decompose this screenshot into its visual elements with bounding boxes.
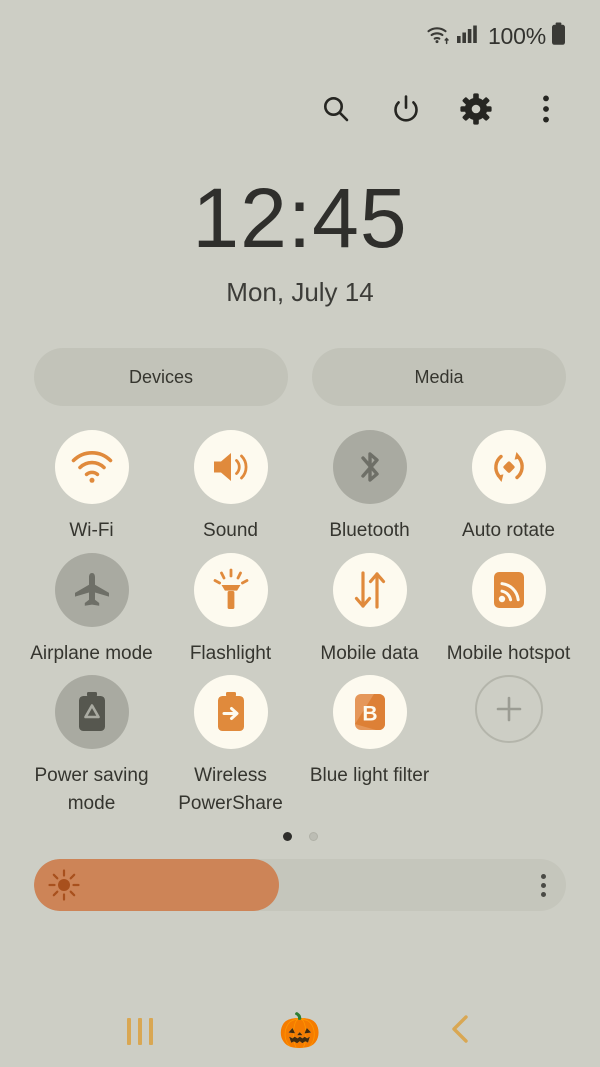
status-indicators: 100% [426, 22, 566, 51]
tile-airplane-mode[interactable]: Airplane mode [22, 552, 161, 668]
flashlight-icon [193, 552, 268, 627]
brightness-menu-icon[interactable] [541, 873, 546, 897]
tile-label: Mobile hotspot [446, 642, 571, 664]
auto-rotate-icon [471, 430, 546, 505]
shortcut-pill-row: Devices Media [0, 308, 600, 407]
tile-label: Sound [203, 520, 258, 542]
page-dot-active[interactable] [282, 831, 292, 841]
media-button[interactable]: Media [312, 348, 566, 407]
back-chevron-icon [447, 1013, 473, 1050]
navigation-bar: 🎃 [0, 995, 600, 1067]
tile-wireless-powershare[interactable]: Wireless PowerShare [161, 675, 300, 817]
tile-power-saving-mode[interactable]: Power saving mode [22, 675, 161, 817]
tile-bluetooth[interactable]: Bluetooth [300, 430, 439, 545]
svg-text:B: B [362, 703, 377, 726]
battery-full-icon [551, 22, 566, 51]
wifi-icon [54, 430, 129, 505]
tile-label: Blue light filter [309, 765, 430, 787]
powershare-icon [193, 675, 268, 750]
bluetooth-icon [332, 430, 407, 505]
tile-label: Power saving mode [34, 765, 149, 814]
devices-label: Devices [128, 366, 194, 387]
blue-light-icon: B [332, 675, 407, 750]
cellular-signal-icon [456, 24, 479, 49]
page-indicator [0, 827, 600, 845]
plus-icon [474, 675, 543, 744]
wifi-transfer-icon [426, 23, 452, 50]
media-label: Media [414, 366, 464, 387]
recents-button[interactable] [105, 1001, 175, 1061]
recents-icon [127, 1017, 153, 1045]
back-button[interactable] [425, 1001, 495, 1061]
tile-label: Wireless PowerShare [178, 765, 283, 814]
tile-label: Airplane mode [30, 642, 153, 664]
clock-time: 12:45 [192, 171, 408, 265]
battery-recycle-icon [54, 675, 129, 750]
page-dot[interactable] [308, 831, 318, 841]
tile-blue-light-filter[interactable]: B Blue light filter [300, 675, 439, 817]
airplane-icon [54, 552, 129, 627]
status-bar: 100% [0, 0, 600, 72]
more-vertical-icon[interactable] [524, 87, 568, 131]
brightness-slider[interactable] [34, 859, 566, 912]
tile-wifi[interactable]: Wi-Fi [22, 430, 161, 545]
brightness-section [0, 845, 600, 912]
speaker-icon [193, 430, 268, 505]
tile-label: Bluetooth [329, 520, 410, 542]
tile-label: Mobile data [320, 642, 419, 664]
tile-mobile-hotspot[interactable]: Mobile hotspot [439, 552, 578, 668]
tile-add-button[interactable] [439, 675, 578, 817]
tile-mobile-data[interactable]: Mobile data [300, 552, 439, 668]
quick-settings-grid: Wi-Fi Sound Bluetooth Auto rotate Airpla… [0, 406, 600, 817]
clock-area: 12:45 Mon, July 14 [0, 146, 600, 308]
data-arrows-icon [332, 552, 407, 627]
power-icon[interactable] [384, 87, 428, 131]
hotspot-icon [471, 552, 546, 627]
tile-sound[interactable]: Sound [161, 430, 300, 545]
clock-date: Mon, July 14 [226, 277, 374, 308]
brightness-sun-icon [48, 869, 80, 902]
battery-percent-label: 100% [487, 22, 546, 49]
quick-panel-header [0, 72, 600, 146]
devices-button[interactable]: Devices [34, 348, 288, 407]
home-button[interactable]: 🎃 [265, 1001, 335, 1061]
tile-auto-rotate[interactable]: Auto rotate [439, 430, 578, 545]
pumpkin-home-icon: 🎃 [278, 1012, 322, 1050]
tile-label: Auto rotate [462, 520, 555, 542]
tile-label: Wi-Fi [69, 520, 114, 542]
search-icon[interactable] [314, 87, 358, 131]
gear-icon[interactable] [454, 87, 498, 131]
tile-flashlight[interactable]: Flashlight [161, 552, 300, 668]
tile-label: Flashlight [189, 642, 272, 664]
